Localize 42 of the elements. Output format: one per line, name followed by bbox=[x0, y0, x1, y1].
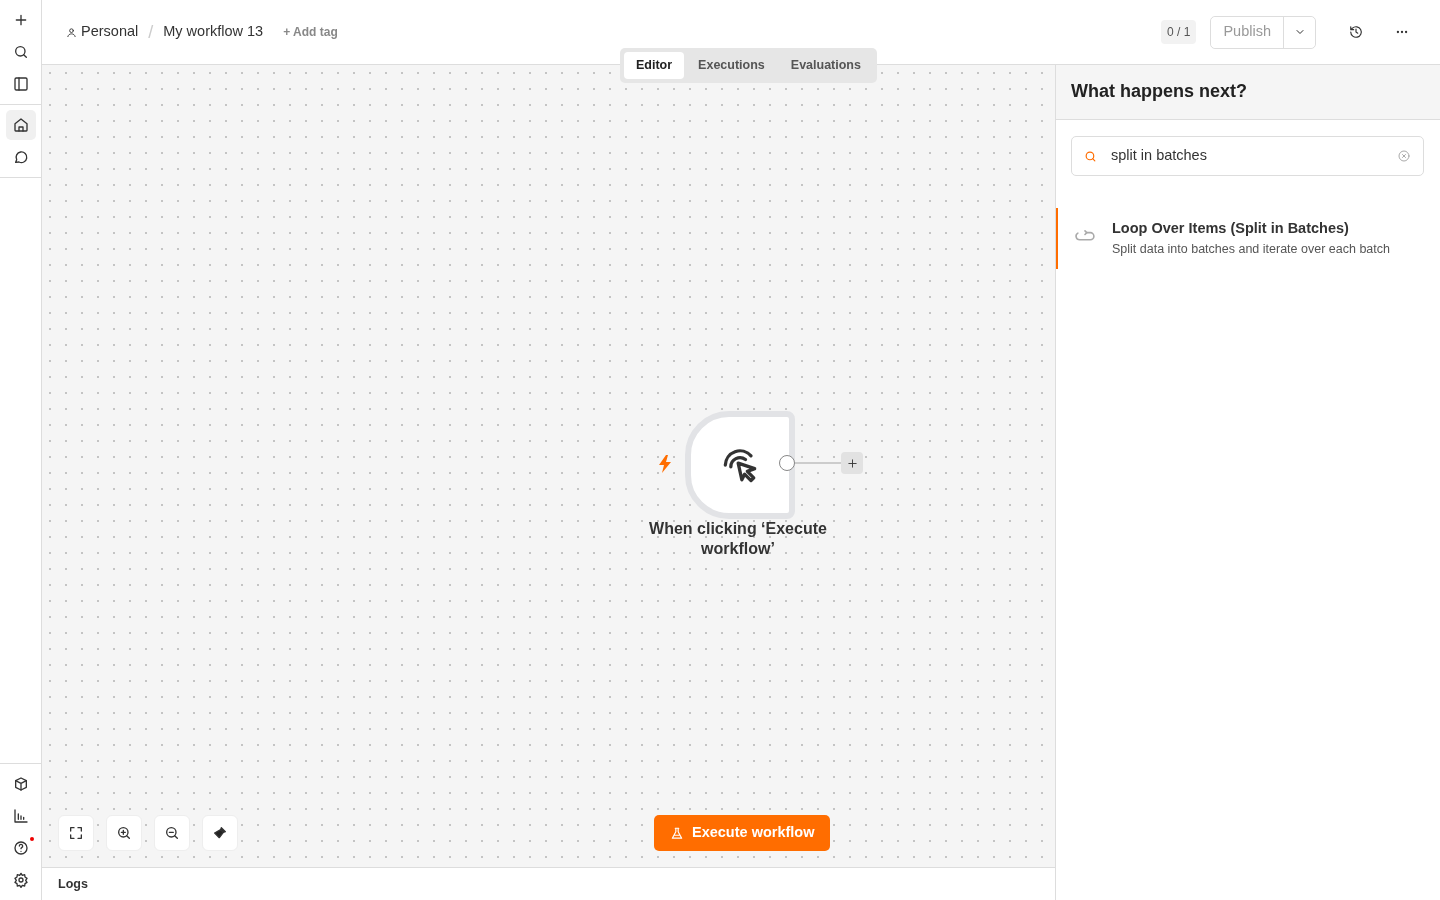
tidy-up-button[interactable] bbox=[202, 815, 238, 851]
add-node-button[interactable] bbox=[841, 452, 863, 474]
zoom-out-button[interactable] bbox=[154, 815, 190, 851]
search-icon bbox=[12, 44, 29, 60]
zoom-in-icon bbox=[116, 825, 132, 841]
search-icon bbox=[1084, 149, 1097, 163]
node-result-item[interactable]: Loop Over Items (Split in Batches) Split data into batches and iterate over each batch bbox=[1056, 208, 1440, 269]
node-label: When clicking ‘Execute workflow’ bbox=[648, 519, 828, 559]
search-input[interactable]: split in batches bbox=[1109, 144, 1385, 168]
fit-view-button[interactable] bbox=[58, 815, 94, 851]
tab[interactable]: Evaluations bbox=[778, 52, 873, 79]
sidebar-icon bbox=[12, 76, 29, 92]
user-icon bbox=[66, 26, 77, 38]
trigger-node[interactable] bbox=[685, 411, 795, 519]
zoom-in-button[interactable] bbox=[106, 815, 142, 851]
settings-icon bbox=[12, 872, 29, 888]
result-title: Loop Over Items (Split in Batches) bbox=[1112, 219, 1350, 238]
counter-badge: 0 / 1 bbox=[1161, 20, 1197, 44]
zoom-out-icon bbox=[164, 825, 180, 841]
tab[interactable]: Executions bbox=[686, 52, 777, 79]
fit-view-icon bbox=[68, 825, 84, 841]
chart-icon bbox=[12, 808, 29, 824]
clear-icon bbox=[1398, 150, 1410, 162]
workflow-name[interactable]: My workflow 13 bbox=[163, 21, 264, 43]
chat-icon bbox=[12, 149, 29, 165]
history-icon bbox=[1349, 25, 1363, 39]
breadcrumb-separator: / bbox=[148, 20, 154, 44]
add-tag-button[interactable]: + Add tag bbox=[273, 23, 338, 41]
connector-line bbox=[795, 462, 841, 464]
search-box[interactable]: split in batches bbox=[1071, 136, 1424, 176]
result-description: Split data into batches and iterate over each batch bbox=[1112, 240, 1390, 258]
flask-icon bbox=[670, 825, 684, 841]
help-icon bbox=[12, 840, 29, 856]
notification-dot bbox=[29, 837, 34, 841]
breadcrumb-link[interactable]: Personal bbox=[81, 21, 139, 43]
panel-title: What happens next? bbox=[1071, 81, 1247, 103]
home-icon bbox=[12, 117, 29, 133]
sidebar-button[interactable] bbox=[5, 110, 36, 140]
cube-icon bbox=[12, 776, 29, 792]
tab[interactable]: Editor bbox=[624, 52, 685, 79]
plus-icon bbox=[846, 457, 858, 469]
logs-label: Logs bbox=[58, 875, 88, 893]
